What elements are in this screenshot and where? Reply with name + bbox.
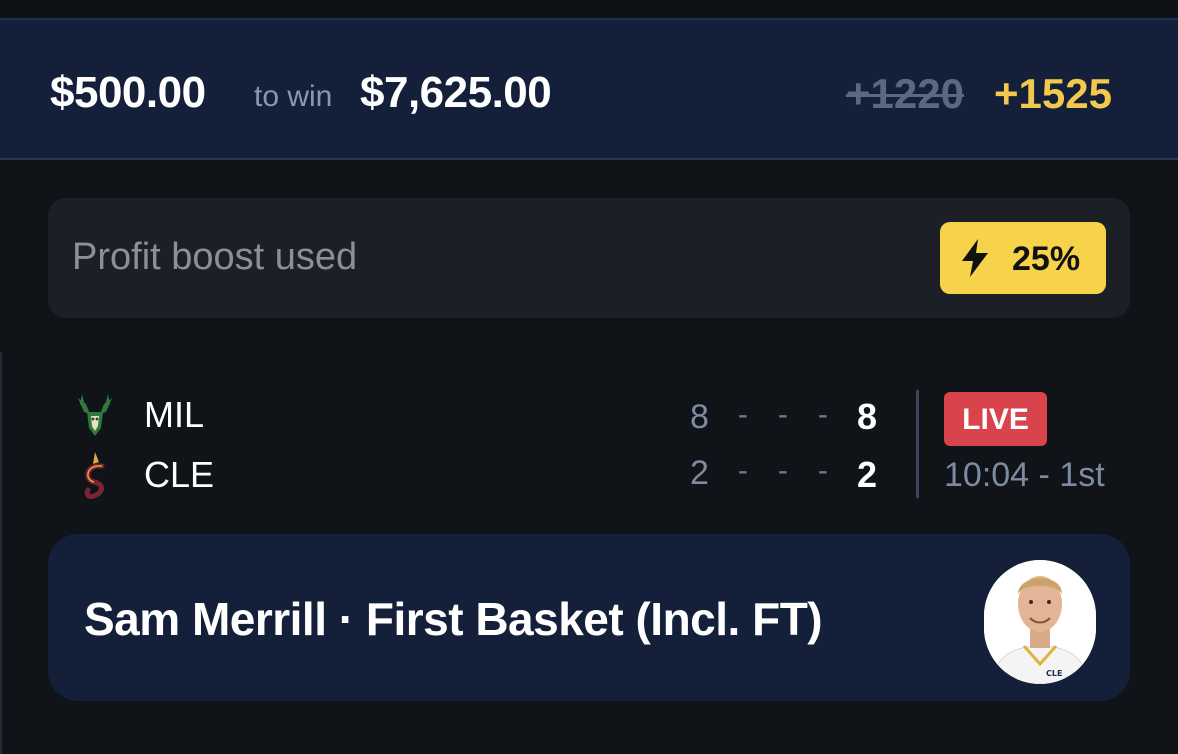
scoreboard-divider xyxy=(916,390,919,498)
score-dash: - xyxy=(818,398,828,431)
bet-selection-title: Sam Merrill · First Basket (Incl. FT) xyxy=(84,593,823,645)
to-win-label: to win xyxy=(254,80,333,113)
stake-amount: $500.00 xyxy=(50,68,206,117)
profit-boost-label: Profit boost used xyxy=(72,236,358,278)
top-strip xyxy=(0,0,1178,18)
team-abbr-mil: MIL xyxy=(144,394,205,435)
total-score-mil: 8 xyxy=(857,396,878,437)
original-odds: +1220 xyxy=(846,70,964,117)
boost-percent-badge: 25% xyxy=(940,222,1106,294)
player-headshot-icon: CLE xyxy=(984,560,1096,684)
score-dash: - xyxy=(778,398,788,431)
live-status-badge: LIVE xyxy=(944,392,1047,446)
team-abbr-cle: CLE xyxy=(144,454,215,495)
bet-selection-card[interactable]: Sam Merrill · First Basket (Incl. FT) CL… xyxy=(48,534,1130,701)
quarter-score-cle: 2 xyxy=(690,454,709,492)
bucks-logo-icon xyxy=(78,394,112,436)
payout-amount: $7,625.00 xyxy=(360,68,552,117)
cavaliers-logo-icon xyxy=(84,452,105,499)
quarter-score-mil: 8 xyxy=(690,398,709,436)
score-dash: - xyxy=(738,454,748,487)
left-divider xyxy=(0,352,2,754)
lightning-bolt-icon xyxy=(962,239,988,277)
profit-boost-card: Profit boost used 25% xyxy=(48,198,1130,318)
player-avatar: CLE xyxy=(984,560,1096,684)
boost-percent: 25% xyxy=(1012,240,1081,278)
bet-summary-header: $500.00 to win $7,625.00 +1220 +1525 xyxy=(0,18,1178,160)
game-clock: 10:04 - 1st xyxy=(944,456,1105,494)
score-dash: - xyxy=(738,398,748,431)
score-dash: - xyxy=(818,454,828,487)
svg-text:CLE: CLE xyxy=(1046,669,1062,678)
score-dash: - xyxy=(778,454,788,487)
boosted-odds: +1525 xyxy=(994,70,1112,117)
total-score-cle: 2 xyxy=(857,454,878,495)
